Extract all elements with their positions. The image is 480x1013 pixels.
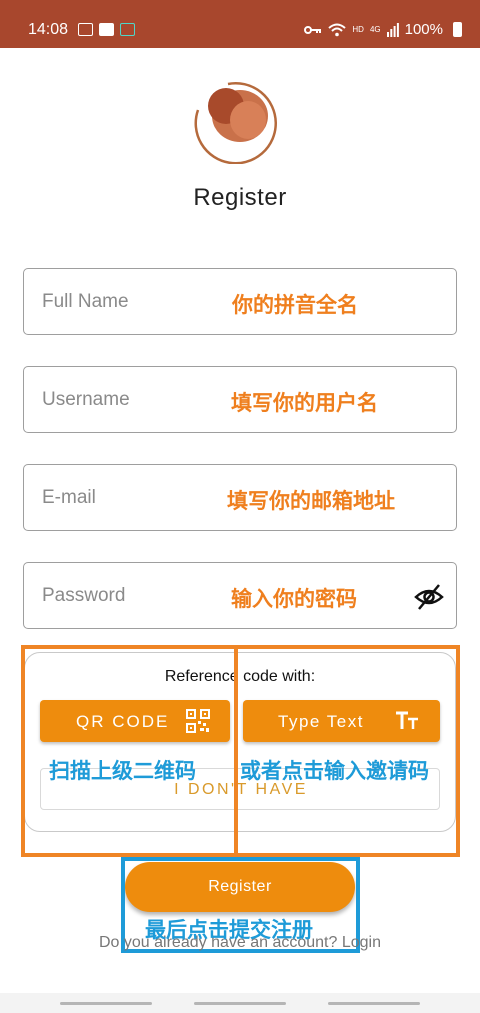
signal-icon <box>386 22 399 37</box>
status-bar: 14:08 HD 4G 100% <box>0 0 480 48</box>
notification-icons <box>78 23 135 36</box>
eye-off-icon[interactable] <box>414 582 444 612</box>
type-hint: 或者点击输入邀请码 <box>240 759 429 783</box>
page-title: Register <box>193 184 287 211</box>
password-hint: 输入你的密码 <box>231 587 357 611</box>
system-icons: HD 4G 100% <box>304 21 462 38</box>
email-hint: 填写你的邮箱地址 <box>227 489 395 513</box>
nav-back-button[interactable] <box>328 1002 420 1005</box>
status-time: 14:08 <box>28 21 69 38</box>
nav-recent-button[interactable] <box>60 1002 152 1005</box>
wifi-icon <box>328 23 347 36</box>
hd-indicator: HD <box>352 24 364 34</box>
nav-home-button[interactable] <box>194 1002 286 1005</box>
app-notification-icon <box>120 23 135 36</box>
app-logo <box>194 82 277 164</box>
full-name-hint: 你的拼音全名 <box>232 293 358 317</box>
key-icon <box>304 25 322 34</box>
password-placeholder: Password <box>42 585 126 606</box>
type-annotation-box <box>234 645 460 857</box>
register-hint: 最后点击提交注册 <box>145 918 313 942</box>
battery-icon <box>453 22 462 37</box>
email-placeholder: E-mail <box>42 487 96 508</box>
network-type: 4G <box>369 24 381 34</box>
qr-annotation-box <box>21 645 238 857</box>
navigation-bar <box>0 993 480 1013</box>
qr-hint: 扫描上级二维码 <box>49 759 196 783</box>
battery-percent: 100% <box>404 21 443 38</box>
username-placeholder: Username <box>42 389 130 410</box>
username-hint: 填写你的用户名 <box>231 391 378 415</box>
full-name-placeholder: Full Name <box>42 291 129 312</box>
check-notification-icon <box>99 23 114 36</box>
gallery-notification-icon <box>78 23 93 36</box>
